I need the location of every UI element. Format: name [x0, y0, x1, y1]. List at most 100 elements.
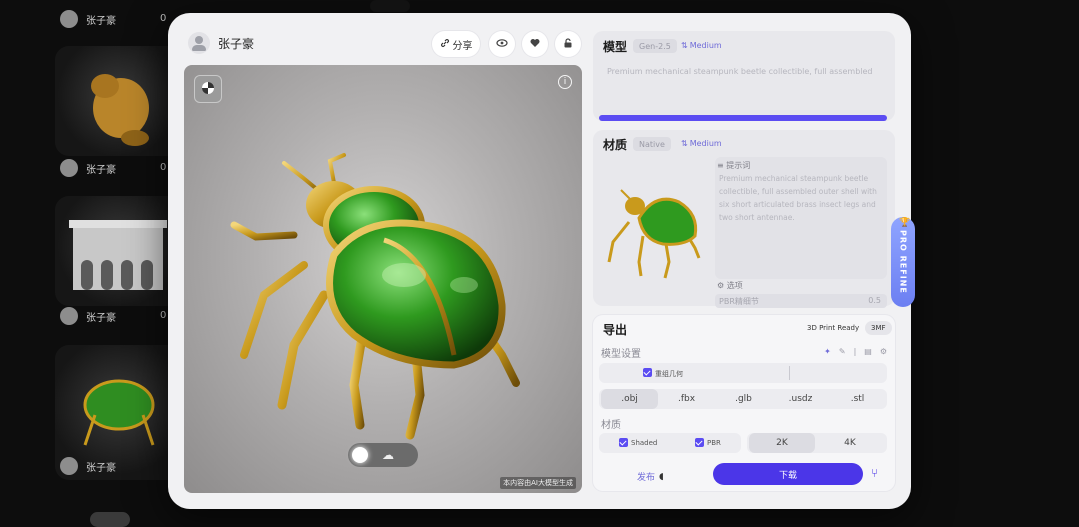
format-glb[interactable]: .glb [715, 389, 772, 409]
3mf-badge[interactable]: 3MF [865, 321, 892, 335]
material-preview-image [607, 189, 701, 279]
merge-checkbox[interactable] [643, 368, 652, 377]
share-button[interactable]: 分享 [432, 31, 480, 57]
like-button[interactable] [522, 31, 548, 57]
edit-icon[interactable]: ✎ [839, 347, 846, 356]
bg-username: 张子豪 [86, 15, 116, 27]
download-button[interactable]: 下载 [713, 463, 863, 485]
prompt-label: ≡ 提示词 [717, 160, 750, 171]
gallery-card-building[interactable] [55, 196, 183, 306]
download-label: 下载 [778, 470, 797, 481]
model-settings-label: 模型设置 [601, 349, 641, 360]
heart-icon [530, 38, 540, 51]
sort-icon: ⇅ [681, 139, 688, 148]
pro-refine-label: PRO REFINE [898, 230, 908, 294]
resolution-4k[interactable]: 4K [817, 433, 883, 453]
eye-icon [496, 38, 508, 51]
view-toggle[interactable]: ☁ [348, 443, 418, 467]
user-avatar[interactable] [188, 32, 210, 54]
model-title: 模型 [603, 40, 628, 54]
model-viewer[interactable]: i ☁ 本内容由AI大模型生成 [184, 65, 582, 493]
pro-refine-tab[interactable]: PRO REFINE [891, 217, 915, 307]
options-icon: ⚙ [717, 281, 727, 290]
print-ready-label: 3D Print Ready [807, 324, 860, 332]
pbr-detail-field[interactable]: PBR精细节 0.5 [715, 294, 887, 308]
format-fbx[interactable]: .fbx [658, 389, 715, 409]
top-bar: 张子豪 分享 [184, 31, 584, 57]
bg-user-row: 张子豪 [60, 307, 116, 325]
divider [789, 366, 790, 380]
shaded-checkbox[interactable] [619, 438, 628, 447]
material-export-label: 材质 [601, 420, 621, 431]
bg-user-row: 张子豪 [60, 10, 116, 28]
avatar [60, 457, 78, 475]
export-panel: 导出 3D Print Ready 3MF 模型设置 ✦ ✎ | ▤ ⚙ 重组几… [593, 315, 895, 491]
publish-label: 发布 [637, 473, 656, 483]
pbr-checkbox[interactable] [695, 438, 704, 447]
sort-icon: ⇅ [681, 41, 688, 50]
gallery-card-bear[interactable] [55, 46, 183, 156]
material-quality-label: Medium [689, 139, 722, 148]
resolution-selector: 2K 4K [747, 433, 887, 453]
coin-icon: ◖ [659, 471, 664, 482]
format-usdz[interactable]: .usdz [772, 389, 829, 409]
avatar [60, 159, 78, 177]
layers-icon[interactable]: ▤ [864, 347, 872, 356]
gallery-card-beetle[interactable]: 张子豪 [55, 345, 183, 480]
bg-user-row: 张子豪 [60, 457, 116, 475]
model-quality[interactable]: ⇅ Medium [681, 41, 722, 50]
toggle-knob [352, 447, 368, 463]
avatar [60, 307, 78, 325]
share-label: 分享 [452, 40, 473, 52]
merge-geometry-row[interactable]: 重组几何 [599, 363, 887, 383]
bg-username: 张子豪 [86, 164, 116, 176]
pbr-detail-label: PBR精细节 [719, 297, 759, 306]
material-title: 材质 [603, 138, 628, 152]
bg-user-row: 张子豪 [60, 159, 116, 177]
bg-thumb [370, 0, 410, 12]
material-panel: 材质 Native ⇅ Medium ≡ 提示词 Premium mechani… [593, 130, 895, 308]
branch-icon[interactable]: ⑂ [871, 466, 878, 480]
version-tag[interactable]: Gen-2.5 [633, 39, 677, 53]
model-panel: 模型 Gen-2.5 ⇅ Medium Premium mechanical s… [593, 31, 895, 121]
generation-progress [599, 115, 887, 121]
merge-label: 重组几何 [655, 370, 683, 378]
model-detail-modal: 张子豪 分享 i ☁ 本内容由AI大模型生成 模型 Gen-2.5 ⇅ Medi… [168, 13, 915, 509]
bg-count: 0 [160, 162, 167, 173]
beetle-model [230, 153, 520, 440]
publish-button[interactable]: 发布 ◖ [637, 470, 664, 484]
bear-thumbnail [91, 74, 149, 146]
ai-watermark: 本内容由AI大模型生成 [500, 477, 576, 489]
material-prompt-box[interactable]: ≡ 提示词 Premium mechanical steampunk beetl… [715, 157, 887, 279]
model-prompt[interactable]: Premium mechanical steampunk beetle coll… [607, 65, 885, 79]
options-label-text: 选项 [726, 281, 743, 290]
brain-icon: ☁ [382, 448, 394, 462]
format-stl[interactable]: .stl [829, 389, 886, 409]
building-thumbnail [69, 220, 167, 290]
model-quality-label: Medium [689, 41, 722, 50]
format-selector: .obj .fbx .glb .usdz .stl [599, 389, 887, 409]
trophy-icon: 🏆 [899, 218, 911, 228]
model-tools: ✦ ✎ | ▤ ⚙ [824, 347, 887, 356]
material-tag[interactable]: Native [633, 137, 671, 151]
material-prompt[interactable]: Premium mechanical steampunk beetle coll… [719, 172, 883, 224]
bg-username: 张子豪 [86, 462, 116, 474]
format-obj[interactable]: .obj [601, 389, 658, 409]
bg-count: 0 [160, 13, 167, 24]
text-icon: ≡ [717, 161, 727, 170]
material-quality[interactable]: ⇅ Medium [681, 139, 722, 148]
shaded-label: Shaded [631, 439, 658, 447]
screen: 张子豪 0 张子豪 0 张子豪 0 张子豪 张子豪 分享 i ☁ 本内容由AI大… [0, 0, 1079, 527]
prompt-label-text: 提示词 [726, 161, 751, 170]
visibility-button[interactable] [489, 31, 515, 57]
unlock-icon [563, 37, 573, 51]
pbr-label: PBR [707, 439, 721, 447]
lock-button[interactable] [555, 31, 581, 57]
export-title: 导出 [603, 323, 628, 337]
link-icon [440, 38, 450, 51]
user-name[interactable]: 张子豪 [218, 35, 254, 52]
settings-icon[interactable]: ⚙ [880, 347, 887, 356]
bg-username: 张子豪 [86, 312, 116, 324]
sparkle-icon[interactable]: ✦ [824, 347, 831, 356]
resolution-2k[interactable]: 2K [749, 433, 815, 453]
